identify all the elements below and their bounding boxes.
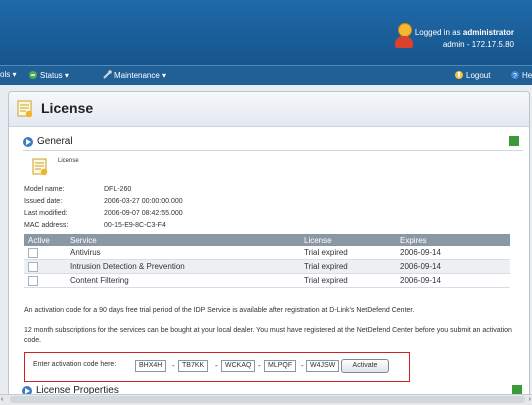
menu-status-label: Status [40,71,63,80]
issued-date-label: Issued date: [24,198,63,205]
license-certificate-icon [15,99,35,119]
col-active: Active [24,234,66,246]
code-separator: - [215,361,218,370]
model-name-label: Model name: [24,186,65,193]
activation-box: Enter activation code here: BHX4H - TB7K… [24,352,410,382]
expires-date: 2006-09-14 [396,246,510,260]
license-status: Trial expired [300,246,396,260]
help-icon: ? [510,70,520,80]
menu-maintenance-label: Maintenance [114,71,160,80]
activation-code-1[interactable]: BHX4H [135,360,167,372]
mac-label: MAC address: [24,222,69,229]
activation-code-2[interactable]: TB7KK [178,360,209,372]
subscription-note: 12 month subscriptions for the services … [24,327,512,344]
active-checkbox[interactable] [28,247,38,258]
menu-help[interactable]: ? He [510,70,532,80]
service-name: Antivirus [66,246,300,260]
table-row: Content Filtering Trial expired 2006-09-… [24,273,510,288]
last-modified-value: 2006-09-07 08:42:55.000 [104,210,183,217]
menu-logout-label: Logout [466,71,491,80]
license-label: License [58,158,79,164]
page-titlebar: License [9,92,529,127]
model-name-value: DFL-260 [104,186,132,193]
menu-logout[interactable]: Logout [454,70,490,80]
scroll-right-icon[interactable]: › [529,396,531,403]
user-avatar-icon [393,22,415,50]
code-separator: - [258,361,261,370]
table-row: Antivirus Trial expired 2006-09-14 [24,246,510,260]
menu-tools[interactable]: ols ▾ [0,70,16,79]
scroll-left-icon[interactable]: ‹ [1,396,3,403]
main-menu-bar: ols ▾ Status ▾ Maintenance ▾ Logout ? He [0,65,532,86]
table-header-row: Active Service License Expires [24,234,510,246]
activation-code-5[interactable]: W4JSW [306,360,340,372]
service-name: Intrusion Detection & Prevention [66,259,300,274]
mac-value: 00-15-E9-8C-C3-F4 [104,222,166,229]
refresh-icon[interactable] [509,136,519,146]
scrollbar-thumb[interactable] [10,396,525,403]
activation-label: Enter activation code here: [33,361,117,368]
logged-in-user: administrator [462,28,514,37]
menu-status[interactable]: Status ▾ [28,70,69,80]
expand-arrow-icon [23,137,33,147]
table-row: Intrusion Detection & Prevention Trial e… [24,259,510,274]
user-ip-text: admin - 172.17.5.80 [442,40,514,49]
status-icon [28,70,38,80]
col-expires: Expires [396,234,510,246]
last-modified-label: Last modified: [24,210,68,217]
code-separator: - [172,361,175,370]
wrench-icon [102,70,112,80]
general-section-title: General [37,136,73,147]
license-icon [30,157,50,177]
activation-code-4[interactable]: MLPQF [264,360,297,372]
menu-maintenance[interactable]: Maintenance ▾ [102,70,166,80]
activation-code-3[interactable]: WCKAQ [221,360,256,372]
activate-button[interactable]: Activate [341,359,389,373]
svg-text:?: ? [513,73,517,80]
logged-in-prefix: Logged in as [414,28,461,37]
menu-help-label: He [522,71,532,80]
service-name: Content Filtering [66,273,300,288]
top-header: Logged in as administrator admin - 172.1… [0,0,532,65]
services-table: Active Service License Expires Antivirus… [24,234,510,288]
col-service: Service [66,234,300,246]
issued-date-value: 2006-03-27 00:00:00.000 [104,198,183,205]
page-title: License [41,100,94,116]
active-checkbox[interactable] [28,261,38,272]
col-license: License [300,234,396,246]
logout-icon [454,70,464,80]
trial-note: An activation code for a 90 days free tr… [24,307,415,314]
active-checkbox[interactable] [28,275,38,286]
menu-tools-label: ols [0,70,11,79]
license-status: Trial expired [300,273,396,288]
expires-date: 2006-09-14 [396,259,510,274]
code-separator: - [301,361,304,370]
logged-in-text: Logged in as administrator [415,28,514,37]
general-section-header[interactable]: General [23,136,523,151]
horizontal-scrollbar[interactable]: ‹ › [0,394,532,405]
expires-date: 2006-09-14 [396,273,510,288]
license-status: Trial expired [300,259,396,274]
